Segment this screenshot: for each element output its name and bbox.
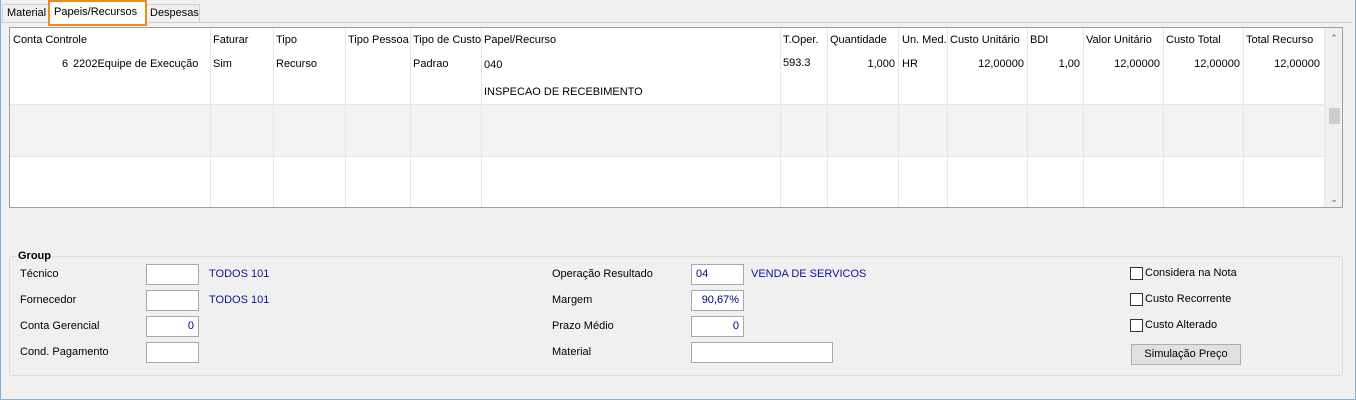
- tab-material[interactable]: Material: [2, 4, 50, 22]
- scroll-thumb[interactable]: [1329, 108, 1340, 124]
- considera-nota-checkbox[interactable]: [1130, 267, 1143, 280]
- grid-row-empty[interactable]: [10, 156, 1324, 207]
- col-header-un-med[interactable]: Un. Med.: [902, 34, 947, 46]
- operacao-resultado-input[interactable]: 04: [691, 264, 744, 285]
- cond-pagamento-label: Cond. Pagamento: [20, 346, 109, 358]
- cond-pagamento-input[interactable]: [146, 342, 199, 363]
- cell-papel-code: 040: [484, 59, 503, 71]
- margem-input[interactable]: 90,67%: [691, 290, 744, 311]
- col-header-custo-total[interactable]: Custo Total: [1166, 34, 1221, 46]
- tecnico-input[interactable]: [146, 264, 199, 285]
- cell-tipo-custo: Padrao: [413, 58, 449, 70]
- margem-label: Margem: [552, 294, 593, 306]
- custo-recorrente-checkbox[interactable]: [1130, 293, 1143, 306]
- operacao-resultado-info: VENDA DE SERVICOS: [751, 268, 867, 280]
- material-label: Material: [552, 346, 592, 358]
- cell-total-recurso: 12,00000: [1274, 58, 1320, 70]
- cell-quantidade: 1,000: [867, 58, 895, 70]
- prazo-medio-input[interactable]: 0: [691, 316, 744, 337]
- vertical-scrollbar[interactable]: ⌃ ⌄: [1324, 28, 1342, 207]
- fornecedor-label: Fornecedor: [20, 294, 77, 306]
- simulacao-preco-button[interactable]: Simulação Preço: [1131, 344, 1241, 365]
- conta-gerencial-input[interactable]: 0: [146, 316, 199, 337]
- cell-conta-num: 6: [62, 58, 69, 70]
- cell-faturar: Sim: [213, 58, 232, 70]
- col-header-t-oper[interactable]: T.Oper.: [783, 34, 818, 46]
- tecnico-label: Técnico: [20, 268, 59, 280]
- custo-recorrente-label[interactable]: Custo Recorrente: [1145, 293, 1231, 305]
- col-header-tipo-pessoa[interactable]: Tipo Pessoa: [348, 34, 409, 46]
- cell-custo-unitario: 12,00000: [978, 58, 1024, 70]
- scroll-up-arrow-icon[interactable]: ⌃: [1325, 30, 1342, 46]
- grid-row-empty[interactable]: [10, 104, 1324, 156]
- col-header-tipo[interactable]: Tipo: [276, 34, 297, 46]
- cell-valor-unitario: 12,00000: [1114, 58, 1160, 70]
- col-header-conta-controle[interactable]: Conta Controle: [13, 34, 87, 46]
- custo-alterado-checkbox[interactable]: [1130, 319, 1143, 332]
- col-header-tipo-custo[interactable]: Tipo de Custo: [413, 34, 481, 46]
- col-header-bdi[interactable]: BDI: [1030, 34, 1048, 46]
- col-header-quantidade[interactable]: Quantidade: [830, 34, 887, 46]
- conta-gerencial-label: Conta Gerencial: [20, 320, 100, 332]
- cell-tipo: Recurso: [276, 58, 317, 70]
- col-header-faturar[interactable]: Faturar: [213, 34, 248, 46]
- material-input[interactable]: [691, 342, 833, 363]
- cell-papel-desc: INSPECAO DE RECEBIMENTO: [484, 86, 643, 98]
- col-header-total-recurso[interactable]: Total Recurso: [1246, 34, 1313, 46]
- col-header-custo-unitario[interactable]: Custo Unitário: [950, 34, 1020, 46]
- col-header-papel-recurso[interactable]: Papel/Recurso: [484, 34, 556, 46]
- group-title: Group: [17, 250, 52, 262]
- cell-t-oper: 593.3: [783, 57, 811, 69]
- fornecedor-info: TODOS 101: [209, 294, 270, 306]
- resources-grid[interactable]: Conta Controle Faturar Tipo Tipo Pessoa …: [9, 27, 1343, 208]
- cell-un-med: HR: [902, 58, 918, 70]
- prazo-medio-label: Prazo Médio: [552, 320, 614, 332]
- operacao-resultado-label: Operação Resultado: [552, 268, 653, 280]
- fornecedor-input[interactable]: [146, 290, 199, 311]
- col-header-valor-unitario[interactable]: Valor Unitário: [1086, 34, 1152, 46]
- cell-custo-total: 12,00000: [1194, 58, 1240, 70]
- scroll-down-arrow-icon[interactable]: ⌄: [1325, 191, 1342, 207]
- tecnico-info: TODOS 101: [209, 268, 270, 280]
- custo-alterado-label[interactable]: Custo Alterado: [1145, 319, 1217, 331]
- cell-conta-desc: 2202Equipe de Execução: [73, 58, 199, 70]
- considera-nota-label[interactable]: Considera na Nota: [1145, 267, 1237, 279]
- cell-bdi: 1,00: [1058, 58, 1080, 70]
- tab-papeis-recursos[interactable]: Papeis/Recursos: [48, 0, 147, 26]
- tab-despesas[interactable]: Despesas: [145, 4, 200, 22]
